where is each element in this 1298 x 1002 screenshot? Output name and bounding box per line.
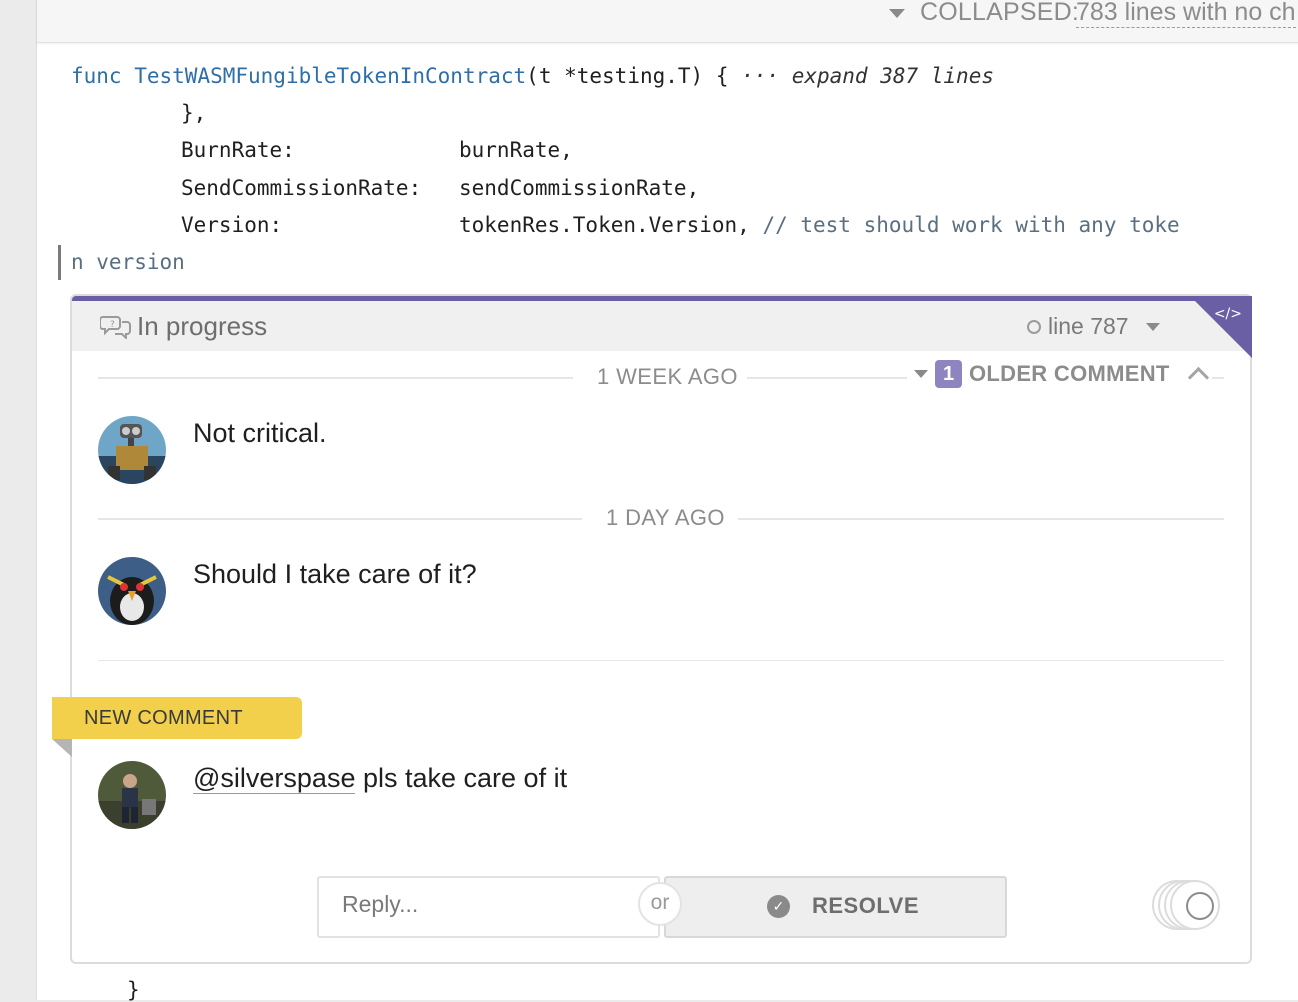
code-link-icon[interactable]: </> (1214, 306, 1242, 322)
reply-input[interactable]: Reply... (317, 876, 660, 938)
svg-text:?: ? (110, 320, 115, 330)
discussion-icon: ? (100, 316, 131, 339)
code-comment-wrap: n version (71, 250, 185, 274)
code-line-func: func TestWASMFungibleTokenInContract(t *… (71, 64, 994, 88)
disposition-toggle[interactable] (1152, 880, 1222, 932)
resolve-label: RESOLVE (812, 893, 920, 918)
reply-placeholder: Reply... (342, 891, 419, 917)
comment-text: @silverspase pls take care of it (193, 763, 568, 794)
line-reference-label: line 787 (1048, 313, 1129, 339)
thread-header: ? In progress line 787 (72, 301, 1250, 351)
avatar[interactable] (98, 416, 166, 484)
avatar[interactable] (98, 557, 166, 625)
comment-date: 1 WEEK AGO (597, 364, 738, 389)
comment-date: 1 DAY AGO (606, 505, 725, 530)
divider (98, 377, 573, 379)
older-count-badge: 1 (935, 360, 962, 388)
collapse-caret-icon[interactable] (889, 9, 905, 18)
chevron-down-icon (914, 370, 928, 378)
check-icon: ✓ (767, 895, 790, 918)
line-marker (58, 245, 61, 280)
code-line-value: sendCommissionRate, (459, 176, 700, 200)
new-comment-flag: NEW COMMENT (52, 697, 302, 739)
code-comment: // test should work with any toke (762, 213, 1180, 237)
user-mention-link[interactable]: @silverspase (193, 763, 356, 794)
target-icon (1027, 319, 1041, 334)
divider (98, 518, 582, 520)
code-line-value: tokenRes.Token.Version, // test should w… (459, 213, 1180, 237)
collapsed-lines-link[interactable]: 783 lines with no ch (1076, 0, 1296, 28)
older-comments-toggle[interactable]: 1 OLDER COMMENT (914, 360, 1209, 388)
code-line-value: burnRate, (459, 138, 573, 162)
code-line: }, (181, 101, 207, 125)
chevron-down-icon (1145, 322, 1160, 331)
or-separator: or (638, 882, 682, 926)
comment-text: Should I take care of it? (193, 559, 477, 589)
code-line-key: BurnRate: (181, 138, 295, 162)
expand-lines-link[interactable]: ··· expand 387 lines (741, 64, 994, 88)
collapsed-label: COLLAPSED: (920, 0, 1080, 26)
function-name: TestWASMFungibleTokenInContract (134, 64, 527, 88)
discussion-thread: ? In progress line 787 </> 1 WEEK AGO 1 … (52, 294, 1252, 964)
thread-status[interactable]: In progress (137, 311, 267, 342)
new-comment-flag-fold (52, 739, 72, 757)
divider (98, 660, 1224, 661)
comment-text: Not critical. (193, 418, 327, 448)
resolve-button[interactable]: ✓ RESOLVE (664, 876, 1007, 938)
code-line-key: SendCommissionRate: (181, 176, 422, 200)
divider (1212, 377, 1224, 379)
divider (747, 377, 907, 379)
new-comment-label: NEW COMMENT (84, 707, 243, 729)
code-line-closing: } (127, 978, 140, 1002)
chevron-up-icon (1187, 366, 1209, 388)
collapsed-section-bar[interactable]: COLLAPSED: 783 lines with no ch (37, 0, 1298, 43)
code-line-key: Version: (181, 213, 283, 237)
divider (738, 518, 1224, 520)
older-comments-label: OLDER COMMENT (969, 361, 1170, 386)
avatar[interactable] (98, 761, 166, 829)
circle-icon (1186, 892, 1214, 920)
line-reference[interactable]: line 787 (1027, 313, 1160, 340)
